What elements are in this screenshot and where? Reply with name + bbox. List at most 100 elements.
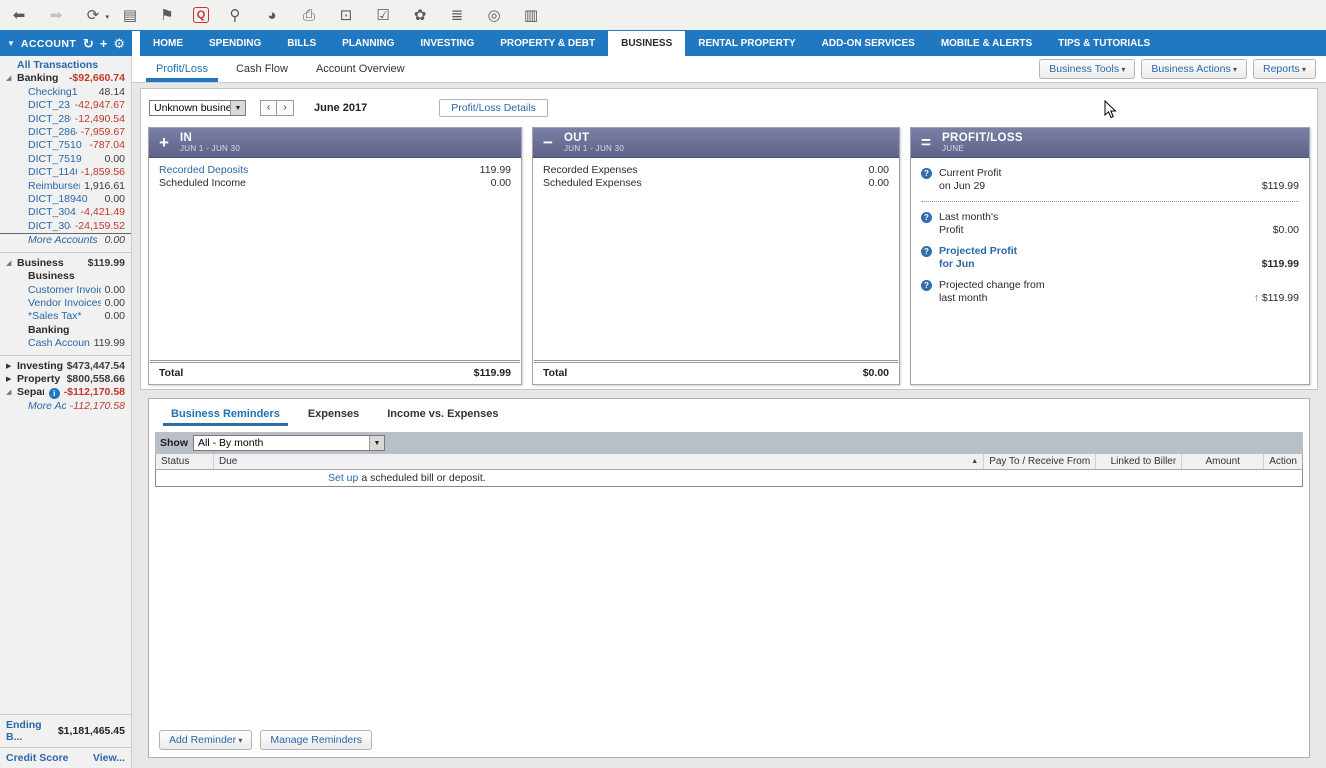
expand-arrow-icon[interactable]: [6, 360, 17, 373]
sidebar-account-row[interactable]: DICT_11469 i -1,859.56: [0, 166, 131, 179]
sidebar-account-row[interactable]: DICT_28646 i -12,490.54: [0, 113, 131, 126]
out-row-label[interactable]: Recorded Expenses: [543, 164, 638, 177]
sidebar-account-row[interactable]: Cash Account i 119.99: [0, 337, 131, 350]
help-icon[interactable]: ?: [921, 168, 932, 179]
alerts-icon[interactable]: ⚑: [156, 4, 178, 26]
profit-loss-row-label[interactable]: Last month's Profit: [939, 211, 998, 236]
help-icon[interactable]: ?: [921, 280, 932, 291]
sidebar-account-row[interactable]: DICT_30412 i -4,421.49: [0, 206, 131, 219]
help-icon[interactable]: ?: [921, 246, 932, 257]
sidebar-account-row[interactable]: Customer Invoices i 0.00: [0, 284, 131, 297]
investments-icon[interactable]: ✿: [409, 4, 431, 26]
reminders-tab[interactable]: Expenses: [294, 404, 373, 426]
sidebar-account-row[interactable]: Reimburseme... i 1,916.61: [0, 180, 131, 193]
dropdown-arrow-icon[interactable]: ▼: [369, 436, 384, 450]
sidebar-account-row[interactable]: DICT_7510 i -787.04: [0, 139, 131, 152]
table-header-cell[interactable]: Due ▲: [214, 454, 984, 469]
contacts-icon[interactable]: ▥: [520, 4, 542, 26]
tasks-icon[interactable]: ≣: [446, 4, 468, 26]
sidebar-account-row[interactable]: Investing i $473,447.54: [0, 355, 131, 373]
print-icon[interactable]: ⎙: [298, 4, 320, 26]
nav-tab[interactable]: INVESTING: [407, 31, 487, 56]
reminders-tab[interactable]: Income vs. Expenses: [373, 404, 512, 426]
accounts-settings-icon[interactable]: ⚙: [113, 36, 125, 52]
reminders-tab[interactable]: Business Reminders: [157, 404, 294, 426]
nav-tab[interactable]: BUSINESS: [608, 31, 685, 56]
sidebar-account-row[interactable]: Banking i: [0, 324, 131, 337]
sidebar-account-row[interactable]: Banking i -$92,660.74: [0, 72, 131, 85]
refresh-accounts-icon[interactable]: ↻: [83, 36, 94, 52]
services-icon[interactable]: ◎: [483, 4, 505, 26]
forward-icon[interactable]: ➡: [45, 4, 67, 26]
sidebar-account-row[interactable]: DICT_7519 i 0.00: [0, 153, 131, 166]
prev-month-button[interactable]: ‹: [260, 100, 277, 116]
sidebar-account-row[interactable]: Business i: [0, 270, 131, 283]
sidebar-account-row[interactable]: All Transactions i: [0, 59, 131, 72]
sidebar-account-row[interactable]: Checking1 i 48.14: [0, 86, 131, 99]
header-dropdown-button[interactable]: Reports: [1253, 59, 1316, 79]
sidebar-account-row[interactable]: Vendor Invoices i 0.00: [0, 297, 131, 310]
out-row-label[interactable]: Scheduled Expenses: [543, 177, 642, 190]
table-header-cell[interactable]: Status ▲: [156, 454, 214, 469]
sidebar-account-row[interactable]: More Accounts i 0.00: [0, 234, 131, 247]
one-step-update-icon[interactable]: ⟳: [82, 4, 104, 26]
table-header-cell[interactable]: Action ▲: [1264, 454, 1302, 469]
sub-tab[interactable]: Cash Flow: [222, 56, 302, 82]
show-select[interactable]: All - By month ▼: [193, 435, 385, 451]
sidebar-account-row[interactable]: DICT_30436 i -24,159.52: [0, 220, 131, 234]
find-icon[interactable]: ⚲: [224, 4, 246, 26]
header-dropdown-button[interactable]: Business Tools: [1039, 59, 1135, 79]
desktop-icon[interactable]: ⊡: [335, 4, 357, 26]
nav-tab[interactable]: TIPS & TUTORIALS: [1045, 31, 1163, 56]
business-select[interactable]: Unknown business ▼: [149, 100, 246, 116]
register-icon[interactable]: ▤: [119, 4, 141, 26]
nav-tab[interactable]: ADD-ON SERVICES: [809, 31, 928, 56]
nav-tab[interactable]: HOME: [140, 31, 196, 56]
table-header-cell[interactable]: Pay To / Receive From ▲: [984, 454, 1096, 469]
credit-score-label[interactable]: Credit Score: [6, 752, 68, 764]
back-icon[interactable]: ⬅: [8, 4, 30, 26]
sidebar-account-row[interactable]: More Accounts i -112,170.58: [0, 400, 131, 413]
credit-score-view-link[interactable]: View...: [93, 752, 125, 764]
dropdown-arrow-icon[interactable]: ▼: [230, 101, 245, 115]
profit-loss-row-label[interactable]: Projected Profit for Jun: [939, 245, 1017, 270]
sidebar-account-row[interactable]: DICT_28643 i -7,959.67: [0, 126, 131, 139]
reports-icon[interactable]: ◕: [261, 4, 283, 26]
nav-tab[interactable]: PROPERTY & DEBT: [487, 31, 608, 56]
profit-loss-row-label[interactable]: Current Profit on Jun 29: [939, 167, 1001, 192]
sidebar-account-row[interactable]: DICT_23132 i -42,947.67: [0, 99, 131, 112]
table-header-cell[interactable]: Linked to Biller ▲: [1096, 454, 1182, 469]
sidebar-account-row[interactable]: DICT_18940 i 0.00: [0, 193, 131, 206]
sidebar-account-row[interactable]: *Sales Tax* i 0.00: [0, 310, 131, 323]
in-row-label[interactable]: Recorded Deposits: [159, 164, 248, 177]
sidebar-account-row[interactable]: Property & Debt i $800,558.66: [0, 373, 131, 386]
collapse-accounts-icon[interactable]: ▼: [7, 39, 15, 48]
sidebar-account-row[interactable]: Separate i -$112,170.58: [0, 386, 131, 399]
profit-loss-row-label[interactable]: Projected change from last month: [939, 279, 1045, 304]
sub-tab[interactable]: Profit/Loss: [142, 56, 222, 82]
next-month-button[interactable]: ›: [277, 100, 294, 116]
nav-tab[interactable]: MOBILE & ALERTS: [928, 31, 1045, 56]
expand-arrow-icon[interactable]: [6, 386, 17, 399]
profit-loss-details-button[interactable]: Profit/Loss Details: [439, 99, 548, 117]
ending-balance-label[interactable]: Ending B...: [6, 719, 58, 743]
header-dropdown-button[interactable]: Business Actions: [1141, 59, 1247, 79]
expand-arrow-icon[interactable]: [6, 373, 17, 386]
info-icon[interactable]: i: [49, 388, 60, 399]
sidebar-account-row[interactable]: Business i $119.99: [0, 252, 131, 270]
in-row-label[interactable]: Scheduled Income: [159, 177, 246, 190]
help-icon[interactable]: ?: [921, 212, 932, 223]
nav-tab[interactable]: RENTAL PROPERTY: [685, 31, 808, 56]
nav-tab[interactable]: PLANNING: [329, 31, 407, 56]
quicken-mobile-icon[interactable]: Q: [193, 7, 209, 23]
reminder-action-button[interactable]: Add Reminder: [159, 730, 252, 750]
sub-tab[interactable]: Account Overview: [302, 56, 419, 82]
expand-arrow-icon[interactable]: [6, 257, 17, 270]
reminder-action-button[interactable]: Manage Reminders: [260, 730, 372, 750]
set-up-link[interactable]: Set up: [328, 472, 358, 484]
nav-tab[interactable]: SPENDING: [196, 31, 274, 56]
add-account-icon[interactable]: +: [100, 36, 108, 51]
bill-pay-icon[interactable]: ☑: [372, 4, 394, 26]
table-header-cell[interactable]: Amount ▲: [1182, 454, 1264, 469]
nav-tab[interactable]: BILLS: [274, 31, 329, 56]
